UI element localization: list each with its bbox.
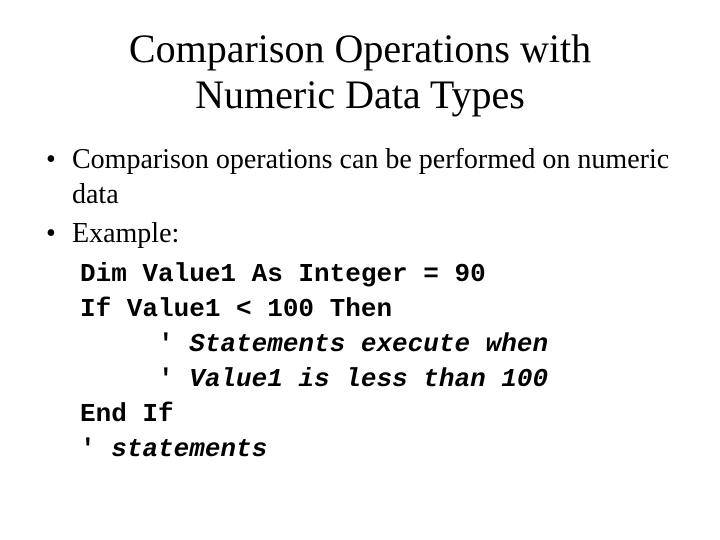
slide-title: Comparison Operations with Numeric Data … <box>40 26 680 118</box>
bullet-item: Example: <box>40 216 680 251</box>
slide: Comparison Operations with Numeric Data … <box>0 0 720 540</box>
code-line: End If <box>80 399 174 429</box>
code-line: ' Value1 is less than 100 <box>80 364 548 394</box>
bullet-item: Comparison operations can be performed o… <box>40 142 680 212</box>
code-line: Dim Value1 As Integer = 90 <box>80 259 486 289</box>
code-line: ' Statements execute when <box>80 329 548 359</box>
bullet-list: Comparison operations can be performed o… <box>40 142 680 251</box>
title-line-1: Comparison Operations with <box>129 26 591 71</box>
code-line: If Value1 < 100 Then <box>80 294 392 324</box>
code-line: ' statements <box>80 434 267 464</box>
title-line-2: Numeric Data Types <box>195 72 525 117</box>
code-block: Dim Value1 As Integer = 90 If Value1 < 1… <box>80 257 680 468</box>
